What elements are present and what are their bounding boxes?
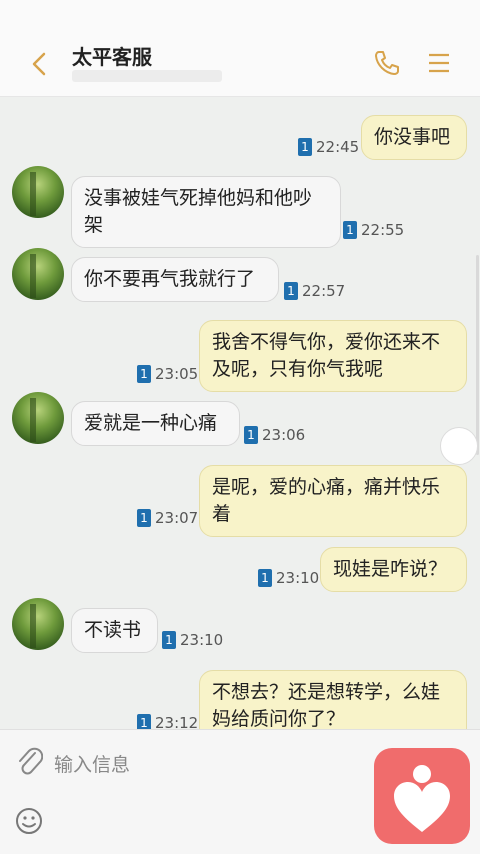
message-meta: 1 22:55 <box>343 221 404 239</box>
read-count-badge: 1 <box>137 714 151 729</box>
floating-assist-button[interactable] <box>440 427 478 465</box>
paperclip-icon[interactable] <box>15 745 43 777</box>
read-count-badge: 1 <box>298 138 312 156</box>
message-bubble-outgoing[interactable]: 你没事吧 <box>361 115 467 160</box>
message-time: 22:57 <box>302 282 346 300</box>
message-time: 23:10 <box>180 631 224 649</box>
message-meta: 1 23:06 <box>244 426 305 444</box>
read-count-badge: 1 <box>258 569 272 587</box>
message-meta: 1 23:10 <box>162 631 223 649</box>
message-list[interactable]: 1 22:45 你没事吧 没事被娃气死掉他妈和他吵架 1 22:55 你不要再气… <box>0 97 480 729</box>
read-count-badge: 1 <box>162 631 176 649</box>
message-time: 23:07 <box>155 509 199 527</box>
message-bubble-incoming[interactable]: 没事被娃气死掉他妈和他吵架 <box>71 176 341 248</box>
scrollbar[interactable] <box>476 255 479 455</box>
avatar[interactable] <box>12 248 64 300</box>
message-bubble-outgoing[interactable]: 我舍不得气你，爱你还来不及呢，只有你气我呢 <box>199 320 467 392</box>
chat-header: 太平客服 <box>0 30 480 97</box>
message-meta: 1 22:57 <box>284 282 345 300</box>
chat-subtitle <box>72 70 222 82</box>
menu-icon[interactable] <box>424 48 454 78</box>
heart-logo-graphic <box>394 765 450 832</box>
message-time: 23:10 <box>276 569 320 587</box>
message-bubble-incoming[interactable]: 爱就是一种心痛 <box>71 401 240 446</box>
message-time: 23:06 <box>262 426 306 444</box>
message-meta: 1 22:45 <box>298 138 359 156</box>
message-time: 23:05 <box>155 365 199 383</box>
message-time: 22:55 <box>361 221 405 239</box>
message-meta: 1 23:05 <box>137 365 198 383</box>
read-count-badge: 1 <box>137 365 151 383</box>
message-bubble-outgoing[interactable]: 不想去？还是想转学，么娃妈给质问你了？ <box>199 670 467 729</box>
message-bubble-incoming[interactable]: 你不要再气我就行了 <box>71 257 279 302</box>
message-input[interactable]: 输入信息 <box>54 750 130 777</box>
phone-icon[interactable] <box>372 48 402 78</box>
chat-title: 太平客服 <box>72 45 152 69</box>
read-count-badge: 1 <box>244 426 258 444</box>
avatar[interactable] <box>12 166 64 218</box>
composer-bar: 输入信息 <box>0 729 480 854</box>
message-meta: 1 23:07 <box>137 509 198 527</box>
read-count-badge: 1 <box>137 509 151 527</box>
heart-logo-icon[interactable] <box>374 748 470 844</box>
message-meta: 1 23:12 <box>137 714 198 729</box>
smiley-icon[interactable] <box>14 806 44 836</box>
read-count-badge: 1 <box>284 282 298 300</box>
read-count-badge: 1 <box>343 221 357 239</box>
chevron-left-icon[interactable] <box>26 50 54 78</box>
message-bubble-outgoing[interactable]: 现娃是咋说？ <box>320 547 467 592</box>
message-bubble-incoming[interactable]: 不读书 <box>71 608 158 653</box>
avatar[interactable] <box>12 598 64 650</box>
message-time: 23:12 <box>155 714 199 729</box>
message-meta: 1 23:10 <box>258 569 319 587</box>
message-time: 22:45 <box>316 138 360 156</box>
status-bar <box>0 0 480 30</box>
message-bubble-outgoing[interactable]: 是呢，爱的心痛，痛并快乐着 <box>199 465 467 537</box>
avatar[interactable] <box>12 392 64 444</box>
